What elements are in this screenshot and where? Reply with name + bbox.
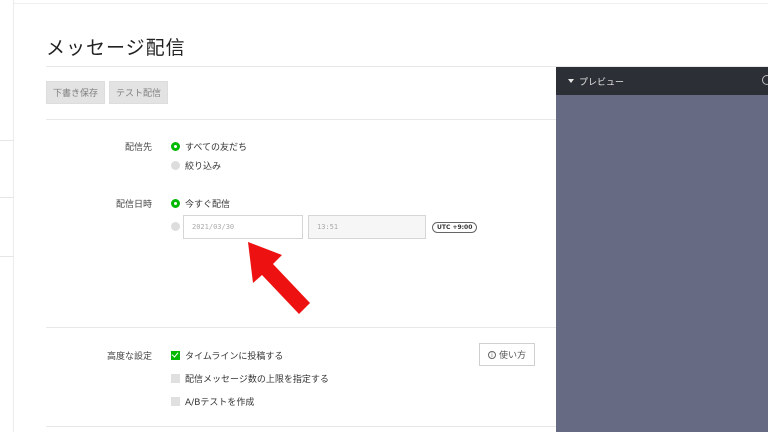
toolbar: 下書き保存 テスト配信 xyxy=(46,81,169,104)
schedule-option-datetime[interactable] xyxy=(171,222,180,231)
checkbox-unchecked-icon[interactable] xyxy=(171,374,180,383)
schedule-now-label: 今すぐ配信 xyxy=(185,200,231,210)
checkbox-unchecked-icon[interactable] xyxy=(171,397,180,406)
test-send-button[interactable]: テスト配信 xyxy=(109,81,169,104)
radio-unselected-icon[interactable] xyxy=(171,161,180,170)
caret-down-icon xyxy=(568,79,574,83)
advanced-option-abtest[interactable]: A/Bテストを作成 xyxy=(171,395,254,408)
preview-header[interactable]: プレビュー xyxy=(556,67,768,95)
rail-divider xyxy=(0,197,14,198)
radio-selected-icon[interactable] xyxy=(171,142,180,151)
help-button[interactable]: i 使い方 xyxy=(479,343,535,366)
preview-title: プレビュー xyxy=(579,77,625,88)
rail-divider xyxy=(0,140,14,141)
advanced-option-limit[interactable]: 配信メッセージ数の上限を指定する xyxy=(171,372,329,385)
radio-selected-icon[interactable] xyxy=(171,199,180,208)
recipient-option-filter[interactable]: 絞り込み xyxy=(171,159,221,172)
advanced-option-label: A/Bテストを作成 xyxy=(185,398,255,408)
recipient-option-label: 絞り込み xyxy=(185,162,222,172)
recipient-option-all[interactable]: すべての友だち xyxy=(171,140,247,153)
rail-divider xyxy=(0,256,14,257)
radio-unselected-icon[interactable] xyxy=(171,222,180,231)
advanced-label: 高度な設定 xyxy=(106,352,152,362)
schedule-label: 配信日時 xyxy=(115,200,152,210)
time-input[interactable]: 13:51 xyxy=(308,215,426,239)
left-rail xyxy=(0,0,14,432)
preview-panel: プレビュー xyxy=(556,67,768,432)
advanced-option-label: タイムラインに投稿する xyxy=(185,352,284,362)
recipient-option-label: すべての友だち xyxy=(185,143,248,153)
annotation-arrow-icon xyxy=(248,242,310,314)
save-draft-button[interactable]: 下書き保存 xyxy=(46,81,106,104)
advanced-option-timeline[interactable]: タイムラインに投稿する xyxy=(171,349,283,362)
timezone-badge: UTC +9:00 xyxy=(432,222,478,233)
preview-close-icon[interactable] xyxy=(762,75,768,85)
advanced-option-label: 配信メッセージ数の上限を指定する xyxy=(185,375,329,385)
page-title: メッセージ配信 xyxy=(46,37,186,59)
recipients-label: 配信先 xyxy=(124,143,152,153)
top-border xyxy=(14,0,768,4)
schedule-option-now[interactable]: 今すぐ配信 xyxy=(171,197,230,210)
checkbox-checked-icon[interactable] xyxy=(171,351,180,360)
help-button-label: 使い方 xyxy=(498,351,526,361)
date-input[interactable]: 2021/03/30 xyxy=(183,215,303,239)
info-icon: i xyxy=(487,350,496,359)
